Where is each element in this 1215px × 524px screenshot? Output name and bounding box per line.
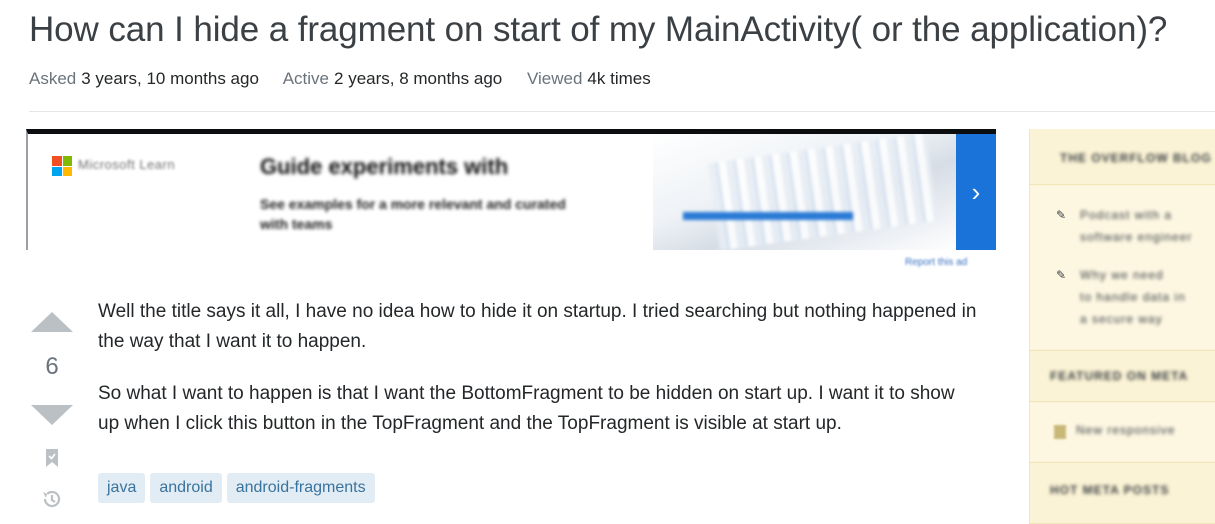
- sidebar-item-1[interactable]: Podcast with a software engineer: [1080, 204, 1192, 248]
- ad-illustration: [653, 134, 958, 250]
- sidebar-blog-items: ✎ Podcast with a software engineer ✎ Why…: [1030, 186, 1215, 349]
- vote-count: 6: [45, 353, 59, 380]
- ad-banner[interactable]: Microsoft Learn Guide experiments with S…: [26, 129, 996, 250]
- asked-value: 3 years, 10 months ago: [81, 69, 259, 88]
- microsoft-logo-icon: [52, 156, 72, 176]
- ad-report-link[interactable]: Report this ad: [905, 257, 967, 268]
- question-body: Well the title says it all, I have no id…: [98, 297, 978, 461]
- sidebar-header-blog-label: THE OVERFLOW BLOG: [1060, 151, 1212, 165]
- history-icon[interactable]: [40, 487, 64, 511]
- viewed-value: 4k times: [587, 69, 651, 88]
- header-divider: [29, 111, 1215, 112]
- pencil-icon: ✎: [1056, 208, 1067, 222]
- sidebar-item-3[interactable]: New responsive: [1076, 419, 1175, 441]
- sidebar-header-hot: HOT META POSTS: [1030, 462, 1215, 524]
- asked-label: Asked: [29, 69, 77, 88]
- sidebar-meta-items: New responsive: [1030, 403, 1215, 461]
- ad-headline: Guide experiments with: [260, 154, 509, 179]
- upvote-button[interactable]: [31, 312, 73, 332]
- meta-icon: [1054, 425, 1066, 439]
- sidebar-header-meta-label: FEATURED ON META: [1050, 369, 1189, 383]
- sidebar-header-hot-label: HOT META POSTS: [1050, 483, 1170, 497]
- sidebar-header-meta: FEATURED ON META: [1030, 350, 1215, 402]
- ad-subline: See examples for a more relevant and cur…: [260, 194, 620, 234]
- sidebar-item-2[interactable]: Why we need to handle data in a secure w…: [1080, 264, 1186, 330]
- sidebar-header-blog: THE OVERFLOW BLOG: [1030, 129, 1215, 185]
- active-label: Active: [282, 69, 330, 88]
- tag-android-fragments[interactable]: android-fragments: [226, 473, 375, 503]
- ad-subline-2: with teams: [260, 216, 333, 232]
- ad-brand: Microsoft Learn: [78, 157, 176, 172]
- tag-android[interactable]: android: [150, 473, 222, 503]
- body-paragraph-2: So what I want to happen is that I want …: [98, 383, 955, 434]
- sidebar-widget: THE OVERFLOW BLOG ✎ Podcast with a softw…: [1029, 129, 1215, 524]
- tag-java[interactable]: java: [98, 473, 146, 503]
- body-paragraph-1: Well the title says it all, I have no id…: [98, 301, 977, 352]
- tag-list: java android android-fragments: [98, 473, 375, 503]
- bookmark-icon[interactable]: [43, 447, 61, 469]
- ad-next-button[interactable]: ›: [956, 134, 996, 250]
- question-meta: Asked 3 years, 10 months ago Active 2 year…: [29, 69, 671, 89]
- question-title[interactable]: How can I hide a fragment on start of my…: [29, 10, 1167, 50]
- ad-bar-graphic: [683, 212, 853, 220]
- ad-screen-graphic: [707, 134, 939, 250]
- active-value[interactable]: 2 years, 8 months ago: [334, 69, 502, 88]
- viewed-label: Viewed: [526, 69, 583, 88]
- pencil-icon: ✎: [1056, 268, 1067, 282]
- ad-subline-1: See examples for a more relevant and cur…: [260, 196, 566, 212]
- downvote-button[interactable]: [31, 405, 73, 425]
